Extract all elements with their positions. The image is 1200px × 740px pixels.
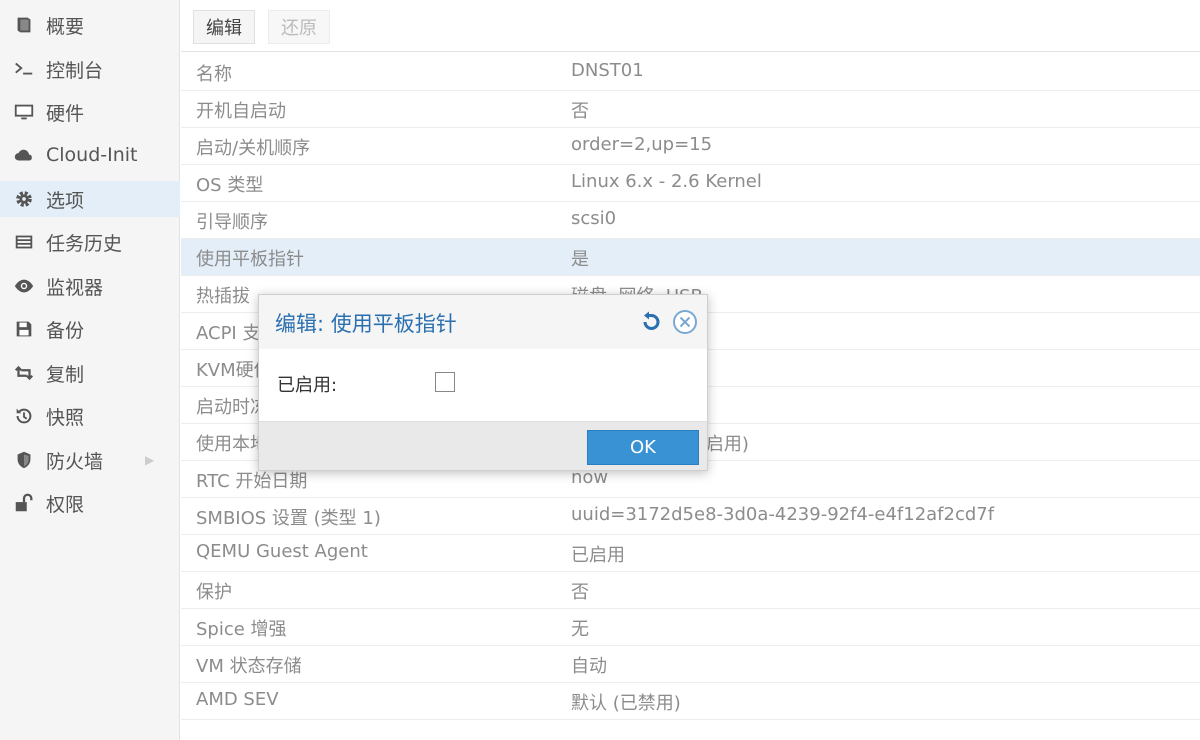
option-value: 已启用 xyxy=(571,545,625,566)
terminal-icon xyxy=(12,57,36,81)
table-row[interactable]: VM 状态存储 自动 xyxy=(181,646,1200,683)
option-key: Spice 增强 xyxy=(196,619,287,640)
eye-icon xyxy=(12,274,36,298)
option-key: QEMU Guest Agent xyxy=(196,541,368,562)
shield-icon xyxy=(12,448,36,472)
gear-icon xyxy=(12,187,36,211)
option-key: 使用平板指针 xyxy=(196,249,304,270)
sidebar-nav: 概要 控制台 硬件 Cloud-Init 选项 任务历史 监视器 备份 复制 快… xyxy=(0,0,180,740)
close-icon[interactable] xyxy=(672,309,698,335)
option-value: 否 xyxy=(571,101,589,122)
option-value: order=2,up=15 xyxy=(571,134,713,155)
option-key: SMBIOS 设置 (类型 1) xyxy=(196,508,381,529)
option-key: AMD SEV xyxy=(196,689,279,710)
reset-icon[interactable] xyxy=(638,309,664,335)
floppy-icon xyxy=(12,317,36,341)
sidebar-item-hardware[interactable]: 硬件 xyxy=(0,94,180,130)
option-value: 无 xyxy=(571,619,589,640)
option-value: scsi0 xyxy=(571,208,617,229)
sidebar-item-label: 硬件 xyxy=(46,102,85,125)
retweet-icon xyxy=(12,361,36,385)
sidebar-item-label: Cloud-Init xyxy=(46,144,138,166)
dialog-title: 编辑: 使用平板指针 xyxy=(275,312,457,336)
option-key: VM 状态存储 xyxy=(196,656,302,677)
sidebar-item-label: 选项 xyxy=(46,189,85,212)
table-row[interactable]: 开机自启动 否 xyxy=(181,91,1200,128)
sidebar-item-label: 监视器 xyxy=(46,276,104,299)
unlock-icon xyxy=(12,491,36,515)
option-key: 引导顺序 xyxy=(196,212,268,233)
option-key: 名称 xyxy=(196,64,232,85)
option-key: 保护 xyxy=(196,582,232,603)
table-row[interactable]: SMBIOS 设置 (类型 1) uuid=3172d5e8-3d0a-4239-… xyxy=(181,498,1200,535)
table-row[interactable]: 保护 否 xyxy=(181,572,1200,609)
sidebar-item-label: 概要 xyxy=(46,15,85,38)
dialog-footer: OK xyxy=(259,421,707,470)
option-value: 是 xyxy=(571,249,589,270)
table-row[interactable]: Spice 增强 无 xyxy=(181,609,1200,646)
option-value: 否 xyxy=(571,582,589,603)
monitor-icon xyxy=(12,100,36,124)
option-value: 默认 (已禁用) xyxy=(571,693,681,714)
sidebar-item-task-history[interactable]: 任务历史 xyxy=(0,224,180,260)
sidebar-item-label: 防火墙 xyxy=(46,450,104,473)
list-icon xyxy=(12,230,36,254)
toolbar: 编辑 还原 xyxy=(181,0,1200,52)
sidebar-item-monitor[interactable]: 监视器 xyxy=(0,268,180,304)
option-key: 热插拔 xyxy=(196,286,250,307)
enabled-label: 已启用: xyxy=(277,375,338,396)
sidebar-item-snapshot[interactable]: 快照 xyxy=(0,398,180,434)
sidebar-item-label: 任务历史 xyxy=(46,232,123,255)
sidebar-item-console[interactable]: 控制台 xyxy=(0,51,180,87)
edit-dialog: 编辑: 使用平板指针 已启用: OK xyxy=(258,294,708,471)
table-row[interactable]: QEMU Guest Agent 已启用 xyxy=(181,535,1200,572)
table-row[interactable]: 引导顺序 scsi0 xyxy=(181,202,1200,239)
sidebar-item-summary[interactable]: 概要 xyxy=(0,7,180,43)
revert-button[interactable]: 还原 xyxy=(268,10,330,44)
edit-button[interactable]: 编辑 xyxy=(193,10,255,44)
table-row[interactable]: 名称 DNST01 xyxy=(181,54,1200,91)
expand-arrow-icon[interactable]: ▶ xyxy=(145,453,154,467)
sidebar-item-replication[interactable]: 复制 xyxy=(0,355,180,391)
sidebar-item-options[interactable]: 选项 xyxy=(0,181,180,217)
history-icon xyxy=(12,404,36,428)
sidebar-item-permissions[interactable]: 权限 xyxy=(0,485,180,521)
sidebar-item-firewall[interactable]: 防火墙 ▶ xyxy=(0,442,180,478)
option-value: DNST01 xyxy=(571,60,644,81)
sidebar-item-backup[interactable]: 备份 xyxy=(0,311,180,347)
option-key: OS 类型 xyxy=(196,175,264,196)
option-value: 自动 xyxy=(571,656,607,677)
option-key: 启动/关机顺序 xyxy=(196,138,311,159)
sidebar-item-label: 备份 xyxy=(46,319,85,342)
option-value: uuid=3172d5e8-3d0a-4239-92f4-e4f12af2cd7… xyxy=(571,504,995,525)
ok-button[interactable]: OK xyxy=(587,430,699,465)
sidebar-item-label: 控制台 xyxy=(46,59,104,82)
dialog-body: 已启用: xyxy=(259,349,707,421)
option-key: 开机自启动 xyxy=(196,101,286,122)
table-row[interactable]: 启动/关机顺序 order=2,up=15 xyxy=(181,128,1200,165)
sidebar-item-cloudinit[interactable]: Cloud-Init xyxy=(0,137,180,173)
option-value: Linux 6.x - 2.6 Kernel xyxy=(571,171,762,192)
enabled-checkbox[interactable] xyxy=(435,372,455,392)
table-row[interactable]: OS 类型 Linux 6.x - 2.6 Kernel xyxy=(181,165,1200,202)
sidebar-item-label: 快照 xyxy=(46,406,85,429)
cloud-icon xyxy=(12,143,36,167)
table-row-selected[interactable]: 使用平板指针 是 xyxy=(181,239,1200,276)
sidebar-item-label: 权限 xyxy=(46,493,85,516)
sidebar-item-label: 复制 xyxy=(46,363,85,386)
table-row[interactable]: AMD SEV 默认 (已禁用) xyxy=(181,683,1200,720)
book-icon xyxy=(12,13,36,37)
dialog-header[interactable]: 编辑: 使用平板指针 xyxy=(259,295,707,349)
